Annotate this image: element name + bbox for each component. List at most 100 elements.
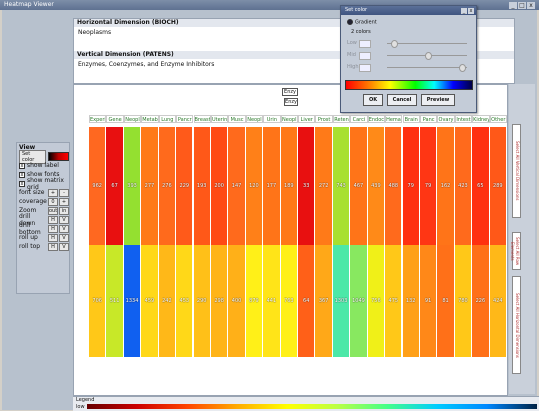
coverage-increase-button[interactable]: + [59, 197, 69, 206]
drill-down-h-button[interactable]: H [48, 215, 58, 224]
heatmap-cell[interactable]: 706 [89, 245, 107, 357]
heatmap-cell[interactable]: 289 [489, 127, 507, 245]
slider-track[interactable] [387, 43, 467, 44]
drill-down-v-button[interactable]: V [59, 215, 69, 224]
column-header[interactable]: Brain [402, 115, 420, 123]
heatmap-cell[interactable]: 132 [402, 245, 420, 357]
high-slider-knob[interactable] [459, 64, 467, 72]
heatmap-cell[interactable]: 67 [106, 127, 124, 245]
heatmap-cell[interactable]: 276 [158, 127, 177, 245]
preview-button[interactable]: Preview [421, 94, 455, 106]
heatmap-cell[interactable]: 79 [402, 127, 420, 245]
heatmap-cell[interactable]: 162 [437, 127, 455, 245]
column-header[interactable]: Uterin [210, 115, 229, 123]
heatmap-cell[interactable]: 488 [385, 127, 403, 245]
dialog-close-button[interactable]: x [468, 8, 474, 14]
heatmap-cell[interactable]: 298 [210, 245, 229, 357]
heatmap-cell[interactable]: 1303 [332, 245, 351, 357]
column-header[interactable]: Panc [419, 115, 438, 123]
column-header[interactable]: Neopl [245, 115, 264, 123]
column-header[interactable]: Gene [106, 115, 124, 123]
column-header[interactable]: Ovary [437, 115, 455, 123]
column-header[interactable]: Neopl [123, 115, 142, 123]
heatmap-cell[interactable]: 226 [472, 245, 490, 357]
heatmap-cell[interactable]: 1334 [123, 245, 142, 357]
color-swatch[interactable] [48, 152, 69, 161]
heatmap-cell[interactable]: 91 [419, 245, 438, 357]
heatmap-cell[interactable]: 242 [158, 245, 177, 357]
two-colors-option[interactable]: 2 colors [351, 29, 371, 35]
font-increase-button[interactable]: + [48, 188, 58, 197]
heatmap-cell[interactable]: 64 [298, 245, 316, 357]
heatmap-cell[interactable]: 423 [454, 127, 473, 245]
column-header[interactable]: Lung [158, 115, 177, 123]
heatmap-cell[interactable]: 441 [263, 245, 281, 357]
column-header[interactable]: Intest [454, 115, 473, 123]
heatmap-cell[interactable]: 120 [245, 127, 264, 245]
heatmap-cell[interactable]: 763 [280, 245, 298, 357]
column-header[interactable]: Neopl [280, 115, 298, 123]
drill-bottom-h-button[interactable]: H [48, 224, 58, 233]
close-button[interactable]: x [527, 2, 535, 9]
select-horizontal-dimensions-button[interactable]: Select All Horizontal Dimensions [512, 276, 521, 374]
column-header[interactable]: Prost [315, 115, 333, 123]
heatmap-cell[interactable]: 439 [367, 127, 386, 245]
heatmap-cell[interactable]: 79 [419, 127, 438, 245]
maximize-button[interactable]: □ [518, 2, 526, 9]
zoom-out-button[interactable]: out [48, 206, 58, 215]
mid-value-field[interactable] [359, 52, 371, 60]
column-header[interactable]: Experi [89, 115, 107, 123]
heatmap-cell[interactable]: 229 [176, 127, 194, 245]
vertical-node-label[interactable]: Enzy [284, 98, 298, 106]
select-row-elements-button[interactable]: Select All Row Elements [510, 232, 521, 270]
low-slider-knob[interactable] [390, 40, 398, 48]
mid-slider-knob[interactable] [425, 52, 432, 60]
zoom-in-button[interactable]: in [59, 206, 69, 215]
low-value-field[interactable] [359, 40, 371, 48]
ok-button[interactable]: OK [363, 94, 383, 106]
heatmap-cell[interactable]: 424 [489, 245, 507, 357]
column-header[interactable]: Urin [263, 115, 281, 123]
heatmap-cell[interactable]: 33 [298, 127, 316, 245]
heatmap-cell[interactable]: 200 [210, 127, 229, 245]
heatmap-cell[interactable]: 475 [385, 245, 403, 357]
show-label-checkbox[interactable]: x [19, 162, 25, 169]
heatmap-cell[interactable]: 367 [315, 245, 333, 357]
column-header[interactable]: Reten [332, 115, 351, 123]
roll-up-h-button[interactable]: H [48, 233, 58, 242]
minimize-button[interactable]: _ [509, 2, 517, 9]
heatmap-cell[interactable]: 147 [228, 127, 246, 245]
column-header[interactable]: Carci [350, 115, 368, 123]
heatmap-cell[interactable]: 393 [123, 127, 142, 245]
roll-up-v-button[interactable]: V [59, 233, 69, 242]
heatmap-cell[interactable]: 467 [350, 127, 368, 245]
high-value-field[interactable] [359, 64, 371, 72]
drill-bottom-v-button[interactable]: V [59, 224, 69, 233]
slider-track[interactable] [387, 67, 467, 68]
heatmap-cell[interactable]: 177 [263, 127, 281, 245]
heatmap-cell[interactable]: 743 [332, 127, 351, 245]
heatmap-cell[interactable]: 756 [367, 245, 386, 357]
heatmap-cell[interactable]: 511 [106, 245, 124, 357]
heatmap-cell[interactable]: 290 [193, 245, 211, 357]
heatmap-cell[interactable]: 193 [193, 127, 211, 245]
heatmap-cell[interactable]: 65 [472, 127, 490, 245]
heatmap-cell[interactable]: 1049 [350, 245, 368, 357]
column-header[interactable]: Metab [141, 115, 159, 123]
cancel-button[interactable]: Cancel [387, 94, 417, 106]
dialog-minimize-button[interactable]: _ [461, 8, 467, 14]
heatmap-cell[interactable]: 780 [454, 245, 473, 357]
heatmap-cell[interactable]: 459 [141, 245, 159, 357]
column-header[interactable]: Liver [298, 115, 316, 123]
heatmap-cell[interactable]: 962 [89, 127, 107, 245]
column-header[interactable]: Endoc [367, 115, 386, 123]
column-header[interactable]: Breast [193, 115, 211, 123]
heatmap-cell[interactable]: 81 [437, 245, 455, 357]
color-spectrum[interactable] [345, 80, 473, 90]
column-header[interactable]: Musc [228, 115, 246, 123]
heatmap-cell[interactable]: 272 [315, 127, 333, 245]
gradient-option[interactable]: Gradient [347, 19, 377, 26]
heatmap-cell[interactable]: 400 [228, 245, 246, 357]
heatmap-cell[interactable]: 189 [280, 127, 298, 245]
heatmap-cell[interactable]: 453 [176, 245, 194, 357]
